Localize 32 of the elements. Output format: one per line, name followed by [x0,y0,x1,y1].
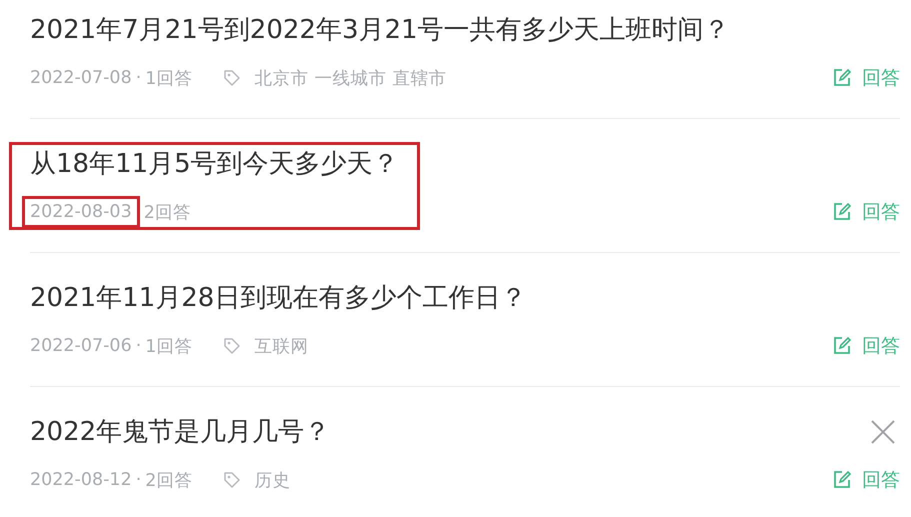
edit-icon [832,202,852,222]
answer-button[interactable]: 回答 [832,198,900,226]
edit-icon [832,470,852,490]
tag-icon [222,336,242,356]
question-title[interactable]: 2022年鬼节是几月几号？ [30,414,330,450]
answer-button[interactable]: 回答 [832,64,900,92]
tag-link[interactable]: 北京市 [254,66,308,90]
question-title[interactable]: 从18年11月5号到今天多少天？ [30,146,399,182]
question-title[interactable]: 2021年7月21号到2022年3月21号一共有多少天上班时间？ [30,12,730,48]
tag-link[interactable]: 历史 [254,468,290,492]
close-icon[interactable] [870,419,896,445]
tag-icon [222,68,242,88]
answer-button[interactable]: 回答 [832,332,900,360]
separator-dot: · [136,470,142,490]
tag-link[interactable]: 直辖市 [392,66,446,90]
tag-link[interactable]: 一线城市 [314,66,386,90]
separator-dot: · [136,68,142,88]
question-date: 2022-08-03 [22,196,140,228]
separator-dot: · [136,336,142,356]
question-title[interactable]: 2021年11月28日到现在有多少个工作日？ [30,280,526,316]
tag-icon [222,470,242,490]
answer-count: 1回答 [145,68,192,90]
answer-count: 1回答 [145,336,192,358]
edit-icon [832,336,852,356]
question-date: 2022-07-08 [30,68,132,88]
edit-icon [832,68,852,88]
tag-link[interactable]: 互联网 [254,334,308,358]
question-date: 2022-08-12 [30,470,132,490]
answer-count: 2回答 [144,202,191,224]
answer-button[interactable]: 回答 [832,466,900,494]
question-date: 2022-07-06 [30,336,132,356]
answer-count: 2回答 [145,470,192,492]
